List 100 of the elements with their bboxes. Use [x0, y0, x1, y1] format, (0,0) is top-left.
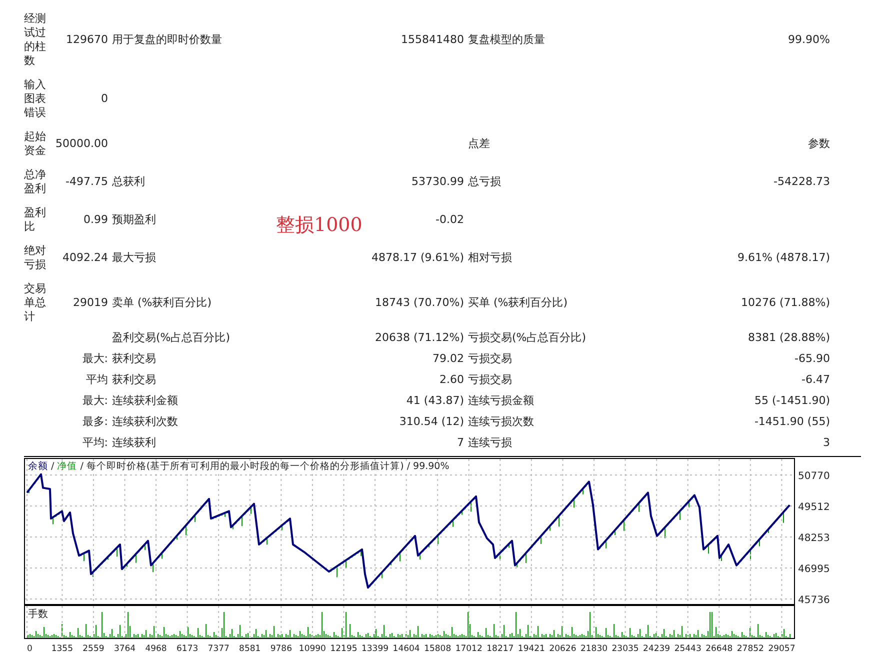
row-value: 4092.24: [62, 251, 108, 265]
x-tick-label: 4968: [145, 644, 167, 654]
x-tick-label: 0: [27, 644, 32, 654]
row-label: 起始资金: [24, 130, 47, 158]
legend-separator: /: [80, 461, 84, 472]
row-label: 获利交易: [112, 373, 156, 387]
x-tick-label: 18217: [486, 644, 514, 654]
legend-separator: /: [51, 461, 54, 472]
row-value: -54228.73: [774, 175, 830, 189]
row-value: 310.54 (12): [399, 415, 464, 429]
row-label: 连续亏损金额: [468, 394, 534, 408]
x-tick-label: 21830: [580, 644, 608, 654]
row-value: 29019: [73, 296, 108, 310]
x-tick-label: 7377: [208, 644, 230, 654]
row-prefix: 最大:: [82, 394, 108, 408]
row-value: 0: [101, 92, 108, 106]
row-value: 18743 (70.70%): [374, 296, 464, 310]
x-tick-label: 26648: [706, 644, 733, 654]
x-tick-label: 15808: [424, 644, 452, 654]
row-value: -65.90: [794, 352, 830, 366]
row-label: 连续获利次数: [112, 415, 178, 429]
x-tick-label: 1355: [51, 644, 74, 654]
row-value: -497.75: [66, 175, 108, 189]
row-value: 55 (-1451.90): [754, 394, 830, 408]
annotation-text: 整损1000: [276, 214, 362, 236]
x-tick-label: 3764: [114, 644, 136, 654]
x-tick-label: 14604: [392, 644, 420, 654]
row-value: 53730.99: [412, 175, 464, 189]
row-label: 输入图表错误: [24, 78, 47, 120]
row-label: 用于复盘的即时价数量: [112, 33, 222, 47]
row-label: 预期盈利: [112, 213, 156, 227]
x-tick-label: 8581: [239, 644, 261, 654]
row-label: 连续亏损: [468, 436, 512, 450]
y-tick-label: 48253: [798, 533, 830, 544]
row-value: 20638 (71.12%): [374, 331, 464, 345]
row-label: 复盘模型的质量: [468, 33, 545, 47]
row-label: 获利交易: [112, 352, 156, 366]
row-prefix: 平均:: [82, 436, 108, 450]
row-label: 连续亏损次数: [468, 415, 534, 429]
row-value: -6.47: [802, 373, 830, 387]
row-value: 0.99: [84, 213, 108, 227]
x-tick-label: 25443: [674, 644, 702, 654]
y-tick-label: 49512: [798, 502, 830, 513]
row-prefix: 最多:: [82, 415, 108, 429]
row-prefix: 平均: [86, 373, 108, 387]
row-label: 绝对亏损: [24, 244, 47, 272]
legend-text: 每个即时价格(基于所有可利用的最小时段的每一个价格的分形插值计算): [86, 461, 404, 472]
legend-separator: /: [406, 461, 410, 472]
x-tick-label: 6173: [176, 644, 198, 654]
row-value: 50000.00: [56, 137, 108, 151]
row-label: 盈利交易(%占总百分比): [112, 331, 230, 345]
x-tick-label: 17012: [455, 644, 482, 654]
x-tick-label: 12195: [330, 644, 358, 654]
x-tick-label: 9786: [270, 644, 292, 654]
x-tick-label: 20626: [549, 644, 576, 654]
row-value: 参数: [808, 137, 830, 151]
x-tick-label: 2559: [82, 644, 104, 654]
x-tick-label: 27852: [736, 644, 764, 654]
row-label: 买单 (%获利百分比): [468, 296, 568, 310]
row-label: 连续获利金额: [112, 394, 178, 408]
y-tick-label: 46995: [798, 564, 830, 576]
row-value: 2.60: [440, 373, 464, 387]
row-label: 亏损交易: [468, 373, 512, 387]
legend-item: 净值: [57, 461, 78, 472]
row-value: 79.02: [432, 352, 464, 366]
row-prefix: 最大:: [82, 352, 108, 366]
row-label: 总获利: [112, 175, 145, 189]
row-value: 8381 (28.88%): [748, 331, 830, 345]
x-tick-label: 24239: [643, 644, 670, 654]
row-value: 41 (43.87): [406, 394, 464, 408]
legend-item: 余额: [28, 461, 48, 472]
row-label: 总净盈利: [24, 168, 47, 196]
row-value: 7: [457, 436, 464, 450]
row-label: 最大亏损: [112, 251, 156, 265]
row-label: 卖单 (%获利百分比): [112, 296, 212, 310]
row-label: 相对亏损: [468, 251, 512, 265]
row-label: 经测试过的柱数: [24, 12, 47, 68]
volume-label: 手数: [28, 609, 48, 620]
row-label: 亏损交易: [468, 352, 512, 366]
row-value: 155841480: [401, 33, 464, 47]
row-value: 9.61% (4878.17): [737, 251, 830, 265]
row-value: 129670: [66, 33, 108, 47]
y-tick-label: 45736: [798, 595, 830, 606]
row-value: 3: [823, 436, 830, 450]
row-value: -0.02: [436, 213, 464, 227]
x-tick-label: 13399: [362, 644, 389, 654]
x-tick-label: 10990: [298, 644, 326, 654]
row-value: 10276 (71.88%): [740, 296, 830, 310]
row-label: 交易单总计: [24, 282, 47, 324]
row-value: 99.90%: [788, 33, 830, 47]
x-tick-label: 29057: [768, 644, 796, 654]
row-label: 总亏损: [468, 175, 501, 189]
row-label: 连续获利: [112, 436, 156, 450]
row-label: 盈利比: [24, 206, 47, 234]
x-tick-label: 23035: [612, 644, 639, 654]
row-label: 点差: [468, 137, 490, 151]
legend-text: 99.90%: [413, 461, 450, 472]
x-tick-label: 19421: [518, 644, 545, 654]
row-value: -1451.90 (55): [754, 415, 830, 429]
y-tick-label: 50770: [798, 471, 830, 482]
